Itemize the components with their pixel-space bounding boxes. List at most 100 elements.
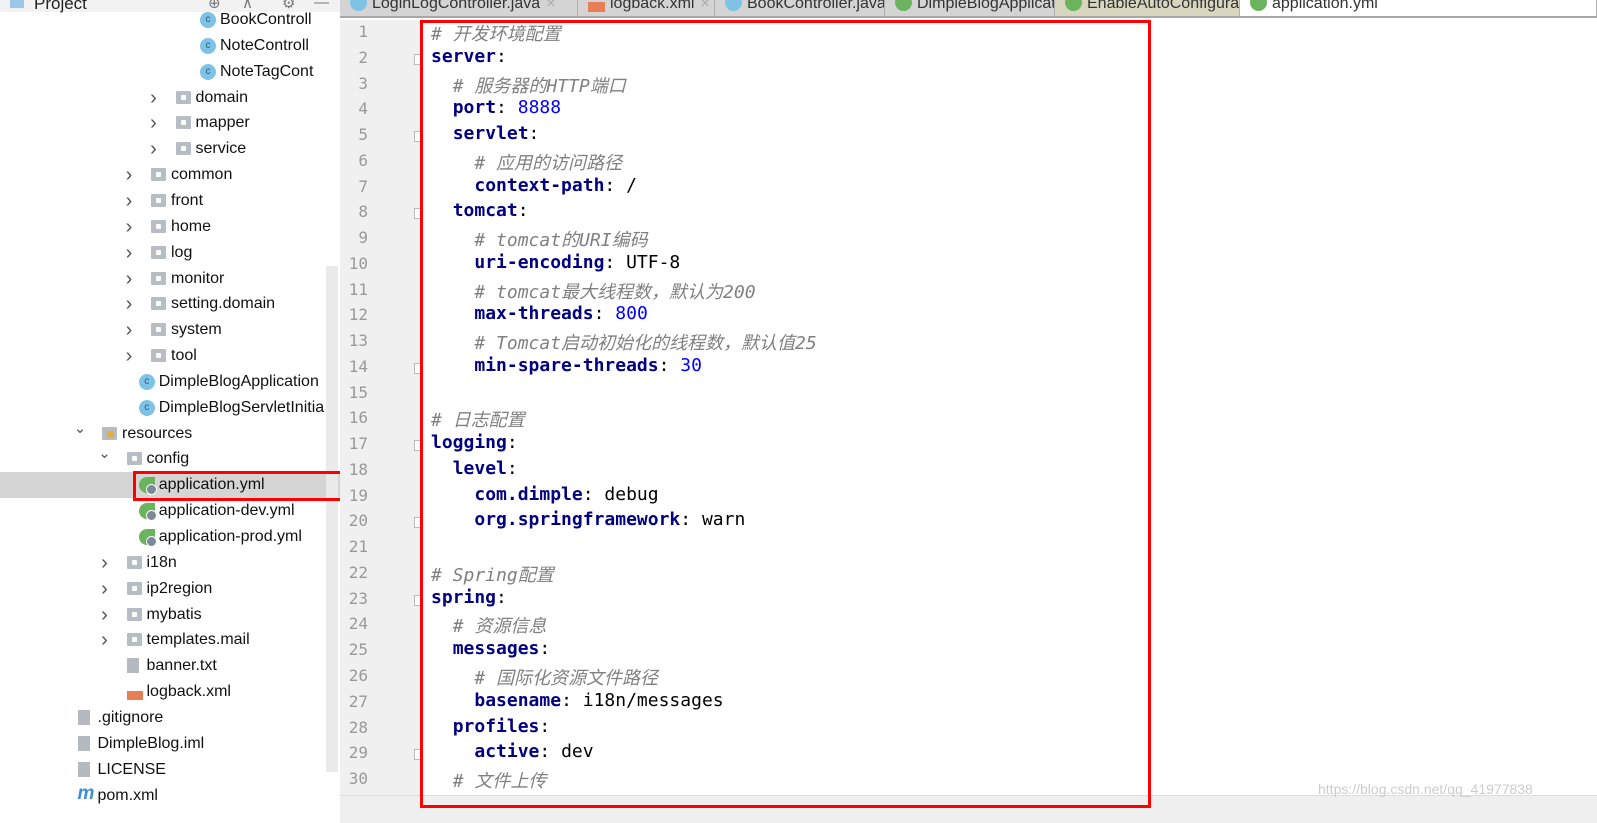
tree-item[interactable]: DimpleBlog.iml bbox=[0, 731, 340, 757]
chevron-right-icon[interactable]: › bbox=[98, 550, 112, 576]
spring-config-icon bbox=[138, 503, 157, 522]
tree-item[interactable]: › log bbox=[0, 240, 340, 266]
chevron-down-icon[interactable]: ⌄ bbox=[73, 416, 87, 442]
tree-item[interactable]: › tool bbox=[0, 343, 340, 369]
line-number: 17 bbox=[348, 434, 368, 454]
tree-item[interactable]: banner.txt bbox=[0, 653, 340, 679]
chevron-right-icon[interactable]: › bbox=[147, 85, 161, 111]
folder-icon bbox=[126, 633, 142, 647]
line-number: 6 bbox=[358, 150, 368, 170]
tree-item-label: NoteTagCont bbox=[220, 62, 314, 80]
line-number: 21 bbox=[348, 537, 368, 557]
tree-item[interactable]: › service bbox=[0, 136, 340, 162]
tree-item[interactable]: › templates.mail bbox=[0, 627, 340, 653]
class-icon: c bbox=[200, 12, 216, 28]
file-icon bbox=[126, 658, 139, 674]
tree-item[interactable]: application-dev.yml bbox=[0, 498, 340, 524]
tree-item[interactable]: › home bbox=[0, 214, 340, 240]
tree-item[interactable]: logback.xml bbox=[0, 679, 340, 705]
chevron-down-icon[interactable]: ⌄ bbox=[98, 441, 112, 467]
tree-item[interactable]: › ip2region bbox=[0, 576, 340, 602]
file-icon bbox=[77, 709, 90, 725]
tab-label: logback.xml bbox=[610, 0, 695, 12]
chevron-right-icon[interactable]: › bbox=[98, 602, 112, 628]
tree-item[interactable]: › setting.domain bbox=[0, 291, 340, 317]
tree-item-label: templates.mail bbox=[146, 631, 250, 649]
tree-item[interactable]: › common bbox=[0, 162, 340, 188]
chevron-right-icon[interactable]: › bbox=[122, 162, 136, 188]
chevron-right-icon[interactable]: › bbox=[147, 110, 161, 136]
line-number: 30 bbox=[348, 769, 368, 789]
project-panel-title[interactable]: Project bbox=[34, 0, 87, 14]
tab-loginlogcontroller-java[interactable]: LoginLogController.java × bbox=[340, 0, 578, 16]
tree-item[interactable]: › mybatis bbox=[0, 602, 340, 628]
chevron-right-icon[interactable]: › bbox=[98, 627, 112, 653]
tree-item-label: setting.domain bbox=[171, 295, 276, 313]
folder-icon bbox=[175, 90, 191, 104]
tree-item[interactable]: › front bbox=[0, 188, 340, 214]
tree-item[interactable]: ⌄ resources bbox=[0, 420, 340, 447]
project-panel-header: Project ⊕ ⊼ ⚙ — bbox=[0, 0, 340, 14]
folder-icon bbox=[151, 219, 166, 233]
tree-item[interactable]: › i18n bbox=[0, 550, 340, 576]
xml-file-icon bbox=[126, 691, 143, 701]
tree-item[interactable]: c NoteTagCont bbox=[0, 59, 340, 85]
chevron-right-icon[interactable]: › bbox=[122, 214, 136, 240]
target-icon[interactable]: ⊕ bbox=[208, 0, 221, 12]
file-icon bbox=[77, 761, 90, 777]
tree-item[interactable]: LICENSE bbox=[0, 757, 340, 783]
tree-item[interactable]: › system bbox=[0, 317, 340, 343]
tree-item[interactable]: .gitignore bbox=[0, 705, 340, 731]
maven-icon: m bbox=[77, 782, 95, 804]
tree-item[interactable]: c DimpleBlogApplication bbox=[0, 369, 340, 395]
tree-item-label: front bbox=[171, 191, 204, 209]
folder-icon bbox=[151, 297, 166, 311]
tree-item-label: resources bbox=[122, 424, 193, 442]
resources-folder-icon bbox=[102, 426, 117, 440]
tree-item[interactable]: › monitor bbox=[0, 266, 340, 292]
tab-enableautoconfiguration-class[interactable]: EnableAutoConfiguration.class× bbox=[1055, 0, 1240, 16]
tree-item[interactable]: c DimpleBlogServletInitia bbox=[0, 395, 340, 421]
tree-item[interactable]: › domain bbox=[0, 85, 340, 111]
line-number: 3 bbox=[358, 73, 368, 93]
close-tab-icon[interactable]: × bbox=[546, 0, 555, 12]
folder-icon bbox=[151, 349, 166, 363]
project-panel: c BookControll c NoteControll c NoteTagCont › d… bbox=[0, 0, 343, 823]
tree-item[interactable]: m pom.xml bbox=[0, 783, 340, 809]
chevron-right-icon[interactable]: › bbox=[122, 343, 136, 369]
folder-icon bbox=[151, 245, 166, 259]
gear-icon[interactable]: ⚙ bbox=[282, 0, 295, 12]
tree-scrollbar[interactable] bbox=[326, 266, 338, 772]
highlight-box-code bbox=[420, 20, 1151, 808]
chevron-right-icon[interactable]: › bbox=[122, 266, 136, 292]
chevron-right-icon[interactable]: › bbox=[122, 291, 136, 317]
chevron-right-icon[interactable]: › bbox=[122, 240, 136, 266]
tab-application-yml[interactable]: application.yml bbox=[1240, 0, 1597, 16]
tree-item-label: DimpleBlogApplication bbox=[158, 372, 319, 390]
tree-item[interactable]: ⌄ config bbox=[0, 445, 340, 472]
chevron-right-icon[interactable]: › bbox=[122, 317, 136, 343]
chevron-right-icon[interactable]: › bbox=[98, 576, 112, 602]
line-number: 16 bbox=[348, 408, 368, 428]
project-icon bbox=[10, 0, 24, 8]
minimize-icon[interactable]: — bbox=[314, 0, 329, 11]
folder-icon bbox=[126, 555, 142, 569]
line-number: 23 bbox=[348, 588, 368, 608]
tree-item-label: mybatis bbox=[146, 605, 202, 623]
tree-item[interactable]: › mapper bbox=[0, 110, 340, 136]
line-number: 9 bbox=[358, 228, 368, 248]
tree-item[interactable]: c NoteControll bbox=[0, 33, 340, 59]
highlight-box-file bbox=[133, 471, 343, 501]
tab-bookcontroller-java[interactable]: BookController.java× bbox=[715, 0, 885, 16]
close-tab-icon[interactable]: × bbox=[700, 0, 709, 12]
tab-logback-xml[interactable]: logback.xml × bbox=[578, 0, 715, 16]
chevron-right-icon[interactable]: › bbox=[147, 136, 161, 162]
line-number: 12 bbox=[348, 305, 368, 325]
tree-item[interactable]: application-prod.yml bbox=[0, 524, 340, 550]
tab-label: DimpleBlogApplication.java bbox=[917, 0, 1054, 12]
chevron-right-icon[interactable]: › bbox=[122, 188, 136, 214]
collapse-icon[interactable]: ⊼ bbox=[242, 0, 253, 12]
folder-icon bbox=[126, 581, 142, 595]
line-number: 15 bbox=[348, 382, 368, 402]
tab-dimpleblogapplication-java[interactable]: DimpleBlogApplication.java× bbox=[885, 0, 1055, 16]
